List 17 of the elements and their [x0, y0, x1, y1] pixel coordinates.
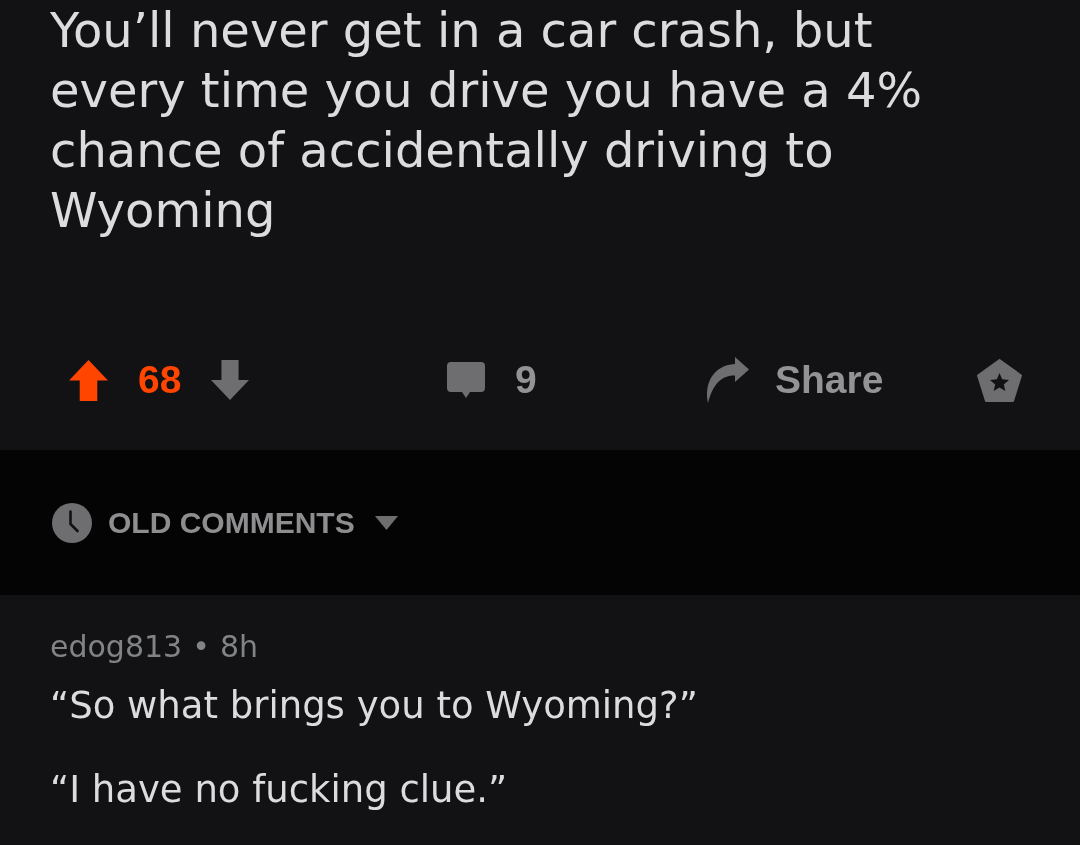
clock-icon: [52, 502, 92, 543]
post-title: You’ll never get in a car crash, but every time you drive you have a 4% chance of accidentally driving to Wyoming: [50, 1, 924, 240]
downvote-icon[interactable]: [211, 360, 250, 400]
vote-score: 68: [138, 358, 182, 402]
share-button[interactable]: Share: [704, 357, 884, 403]
meta-separator: •: [192, 628, 210, 666]
comment-bubble-icon: [447, 361, 485, 399]
comment-author[interactable]: edog813: [50, 627, 183, 667]
comment-age: 8h: [219, 628, 258, 666]
upvote-icon[interactable]: [69, 359, 108, 401]
caret-icon: [374, 515, 398, 530]
star-pentagon-icon[interactable]: [977, 358, 1022, 402]
sort-dropdown[interactable]: OLD COMMENTS: [52, 502, 398, 543]
comment-text: “So what brings you to Wyoming?”: [50, 683, 699, 729]
comments-button[interactable]: 9: [447, 358, 537, 402]
curved-arrow-icon: [704, 357, 749, 403]
comment-text: “I have no fucking clue.”: [50, 767, 509, 813]
